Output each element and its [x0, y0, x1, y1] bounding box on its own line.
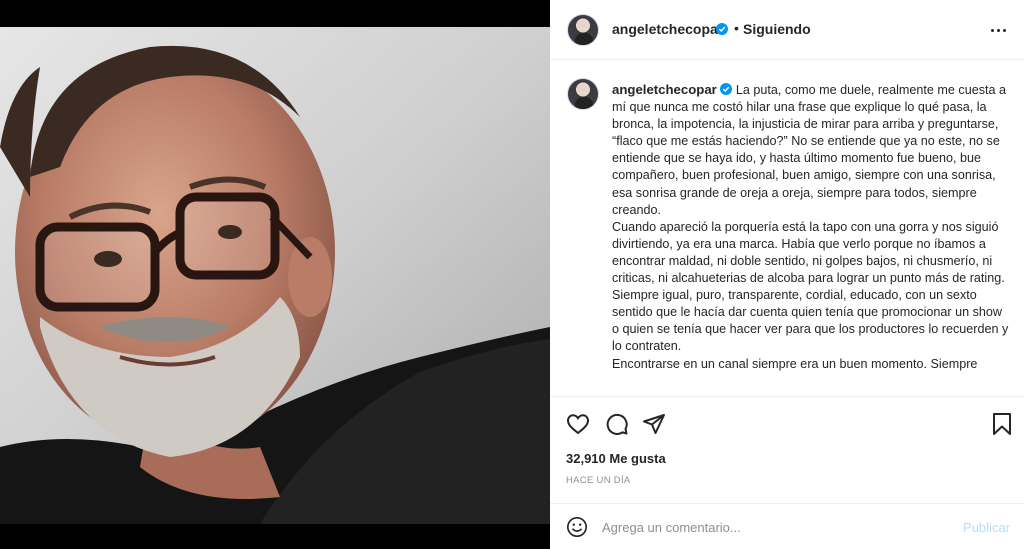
caption-username[interactable]: angeletchecopar	[612, 82, 717, 97]
comment-input[interactable]	[602, 512, 942, 542]
bookmark-icon[interactable]	[991, 412, 1013, 436]
separator-dot: •	[734, 20, 739, 36]
post-timestamp[interactable]: HACE UN DÍA	[566, 475, 631, 486]
portrait-illustration	[0, 27, 550, 524]
verified-badge-icon	[716, 23, 728, 35]
caption-section: angeletchecopar La puta, como me duele, …	[550, 61, 1024, 397]
following-button[interactable]: Siguiendo	[743, 21, 811, 37]
verified-badge-icon	[720, 83, 733, 95]
instagram-post-modal: angeletchecopar • Siguiendo angeletcheco…	[0, 0, 1024, 549]
author-avatar[interactable]	[567, 14, 599, 46]
post-header: angeletchecopar • Siguiendo	[550, 0, 1024, 60]
heart-icon[interactable]	[566, 412, 590, 436]
publish-button[interactable]: Publicar	[963, 520, 1010, 535]
likes-count[interactable]: 32,910 Me gusta	[566, 451, 666, 466]
caption-text-block: angeletchecopar La puta, como me duele, …	[612, 81, 1010, 373]
emoji-icon[interactable]	[566, 516, 588, 538]
author-username[interactable]: angeletchecopar	[612, 21, 723, 37]
action-bar	[550, 408, 1024, 440]
send-icon[interactable]	[642, 412, 666, 436]
more-options-icon[interactable]	[990, 21, 1008, 39]
post-side-panel: angeletchecopar • Siguiendo angeletcheco…	[550, 0, 1024, 549]
comment-icon[interactable]	[605, 412, 629, 436]
post-media	[0, 0, 550, 549]
caption-author-avatar[interactable]	[567, 78, 599, 110]
comment-bar: Publicar	[550, 503, 1024, 549]
post-photo[interactable]	[0, 27, 550, 524]
caption-body: La puta, como me duele, realmente me cue…	[612, 83, 1009, 371]
